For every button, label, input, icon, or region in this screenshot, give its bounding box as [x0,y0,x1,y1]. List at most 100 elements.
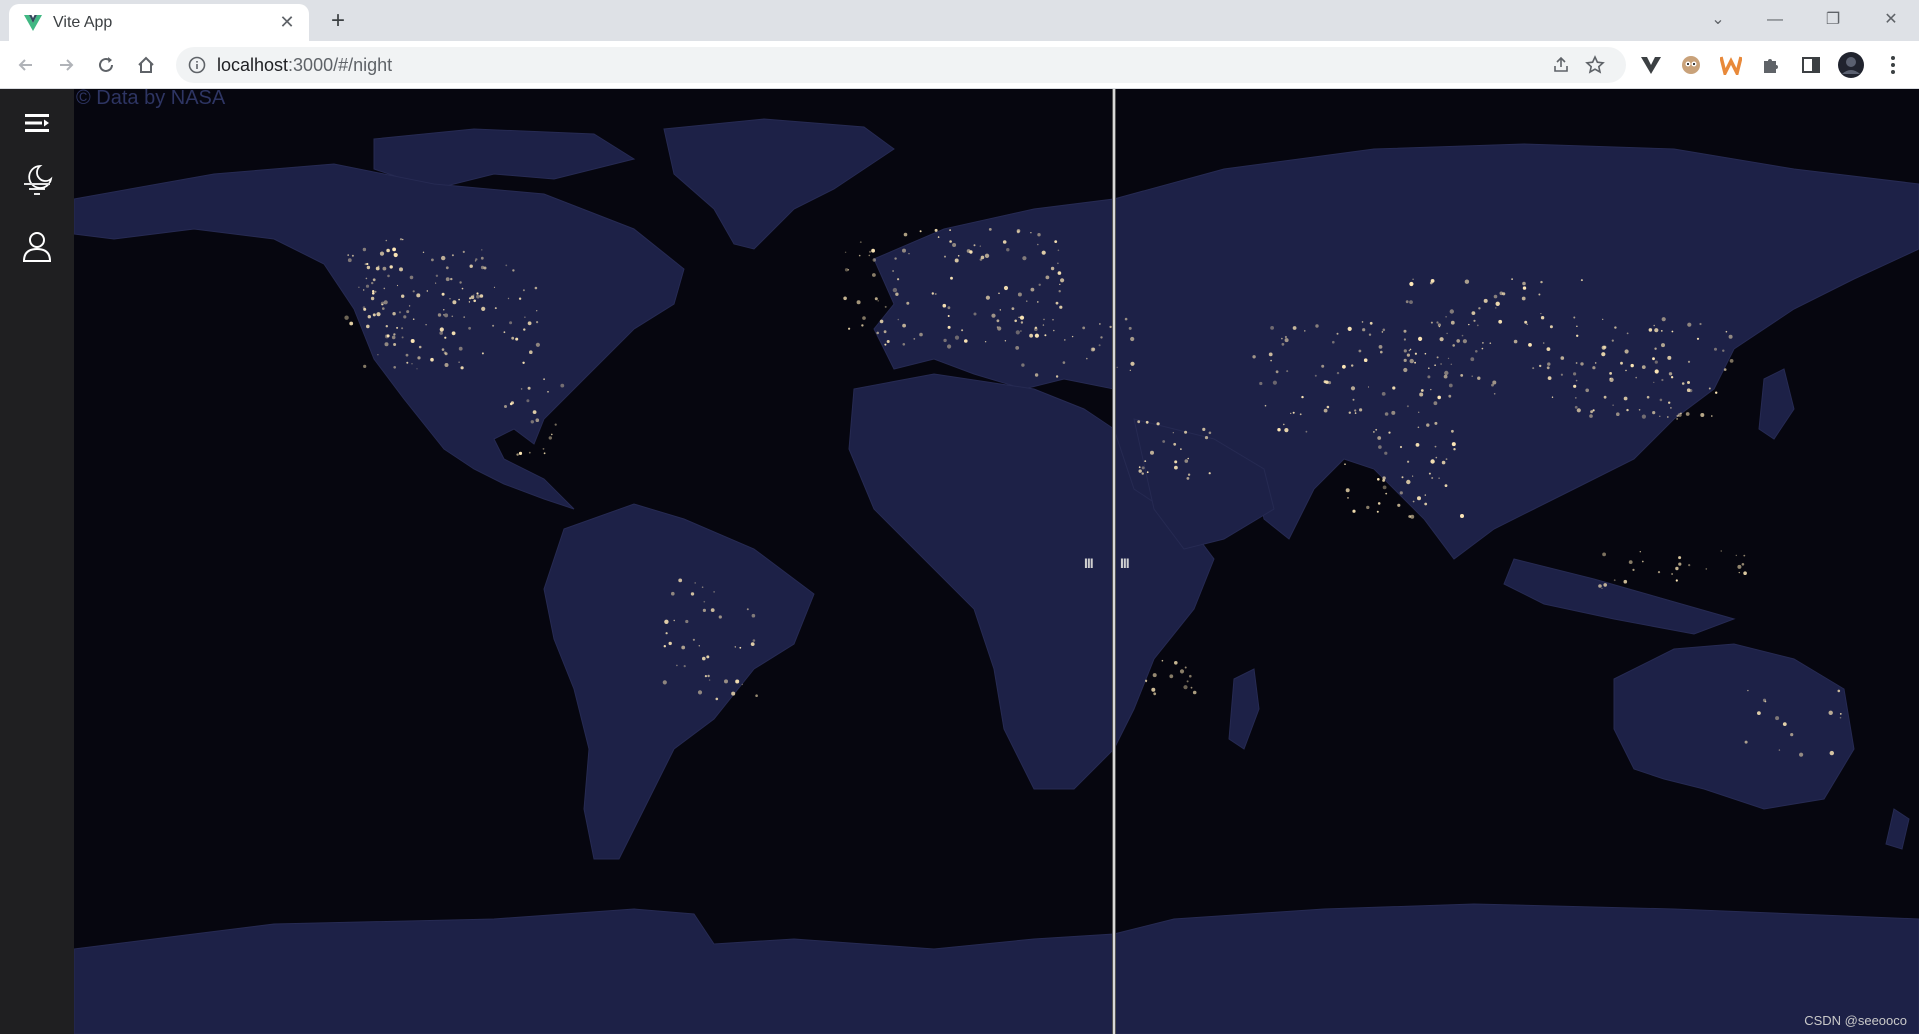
city-light [1646,395,1650,399]
city-light [1744,740,1748,744]
city-light [1347,326,1352,331]
city-light [1344,463,1346,466]
city-light [1659,415,1661,417]
new-tab-button[interactable]: + [324,7,352,35]
side-panel-icon[interactable] [1797,51,1825,79]
city-light [1590,410,1593,414]
reload-button[interactable] [90,49,122,81]
city-light [1415,443,1420,447]
city-light [1775,716,1780,721]
city-light [1359,408,1363,412]
forward-button[interactable] [50,49,82,81]
city-light [702,656,706,661]
city-light [535,418,540,423]
bookmark-star-icon[interactable] [1584,54,1606,76]
city-light [1350,386,1356,391]
city-light [470,295,475,299]
restore-button[interactable]: ❐ [1818,5,1848,35]
tab-close-icon[interactable]: ✕ [277,12,297,32]
address-bar[interactable]: localhost:3000/#/night [176,47,1626,83]
city-light [518,451,523,455]
city-light [468,326,471,330]
city-light [1434,364,1436,367]
city-light [416,368,418,370]
city-light [919,230,922,233]
close-window-button[interactable]: ✕ [1876,5,1906,35]
city-light [1057,249,1060,252]
city-light [377,354,379,356]
city-light [1434,445,1437,448]
city-light [1437,323,1441,327]
minimize-button[interactable]: — [1760,5,1790,35]
city-light [1686,388,1691,393]
city-light [746,608,749,611]
night-mode-button[interactable] [17,159,57,199]
night-map[interactable]: © Data by NASA III III CSDN @seeooco [74,89,1919,1034]
city-light [1408,515,1412,518]
city-light [1603,395,1607,399]
city-light [1641,365,1646,369]
city-light [451,254,454,257]
city-light [1427,375,1431,379]
city-light [493,286,496,288]
city-light [1573,316,1576,319]
city-light [1301,395,1304,399]
swipe-grip-right[interactable]: III [1120,555,1130,571]
city-light [1042,324,1045,326]
city-light [1292,326,1297,330]
share-icon[interactable] [1550,54,1572,76]
swipe-handle[interactable]: III III [1080,549,1148,579]
tab-search-icon[interactable]: ⌄ [1703,5,1733,35]
city-light [1418,411,1420,413]
city-light [1397,503,1401,507]
city-light [349,321,354,326]
city-light [1462,339,1467,344]
city-light [1661,378,1664,382]
site-info-icon[interactable] [188,56,206,74]
owl-extension-icon[interactable] [1677,51,1705,79]
back-button[interactable] [10,49,42,81]
city-light [1711,415,1713,417]
city-light [430,357,434,362]
city-light [441,292,445,296]
city-light [1430,388,1432,391]
city-light [494,307,497,310]
city-light [375,266,380,271]
city-light [1654,369,1659,374]
menu-toggle-button[interactable] [17,103,57,143]
home-button[interactable] [130,49,162,81]
city-light [1661,343,1665,348]
city-light [876,331,879,335]
swipe-grip-left[interactable]: III [1084,555,1094,571]
city-light [1153,692,1157,696]
city-light [1315,324,1319,328]
profile-avatar[interactable] [1837,51,1865,79]
city-light [1405,300,1409,304]
city-light [1412,475,1414,477]
city-light [1532,367,1535,370]
w-extension-icon[interactable] [1717,51,1745,79]
city-light [439,331,444,335]
city-light [1513,339,1518,344]
user-button[interactable] [17,227,57,267]
city-light [872,273,876,277]
city-light [1614,326,1617,329]
city-light [961,329,964,332]
city-light [1409,300,1413,304]
city-light [1378,345,1383,349]
browser-toolbar: localhost:3000/#/night [0,41,1919,89]
puzzle-extensions-icon[interactable] [1757,51,1785,79]
url-text[interactable]: localhost:3000/#/night [217,55,392,76]
city-light [886,340,890,343]
vite-extension-icon[interactable] [1637,51,1665,79]
city-light [1540,280,1543,284]
city-light [383,287,386,290]
city-light [1538,293,1541,296]
city-light [1628,560,1633,564]
city-light [1461,334,1464,337]
city-light [671,591,675,596]
browser-tab[interactable]: Vite App ✕ [9,4,309,41]
kebab-menu-icon[interactable] [1879,51,1907,79]
city-light [1623,579,1628,584]
city-light [507,297,510,300]
